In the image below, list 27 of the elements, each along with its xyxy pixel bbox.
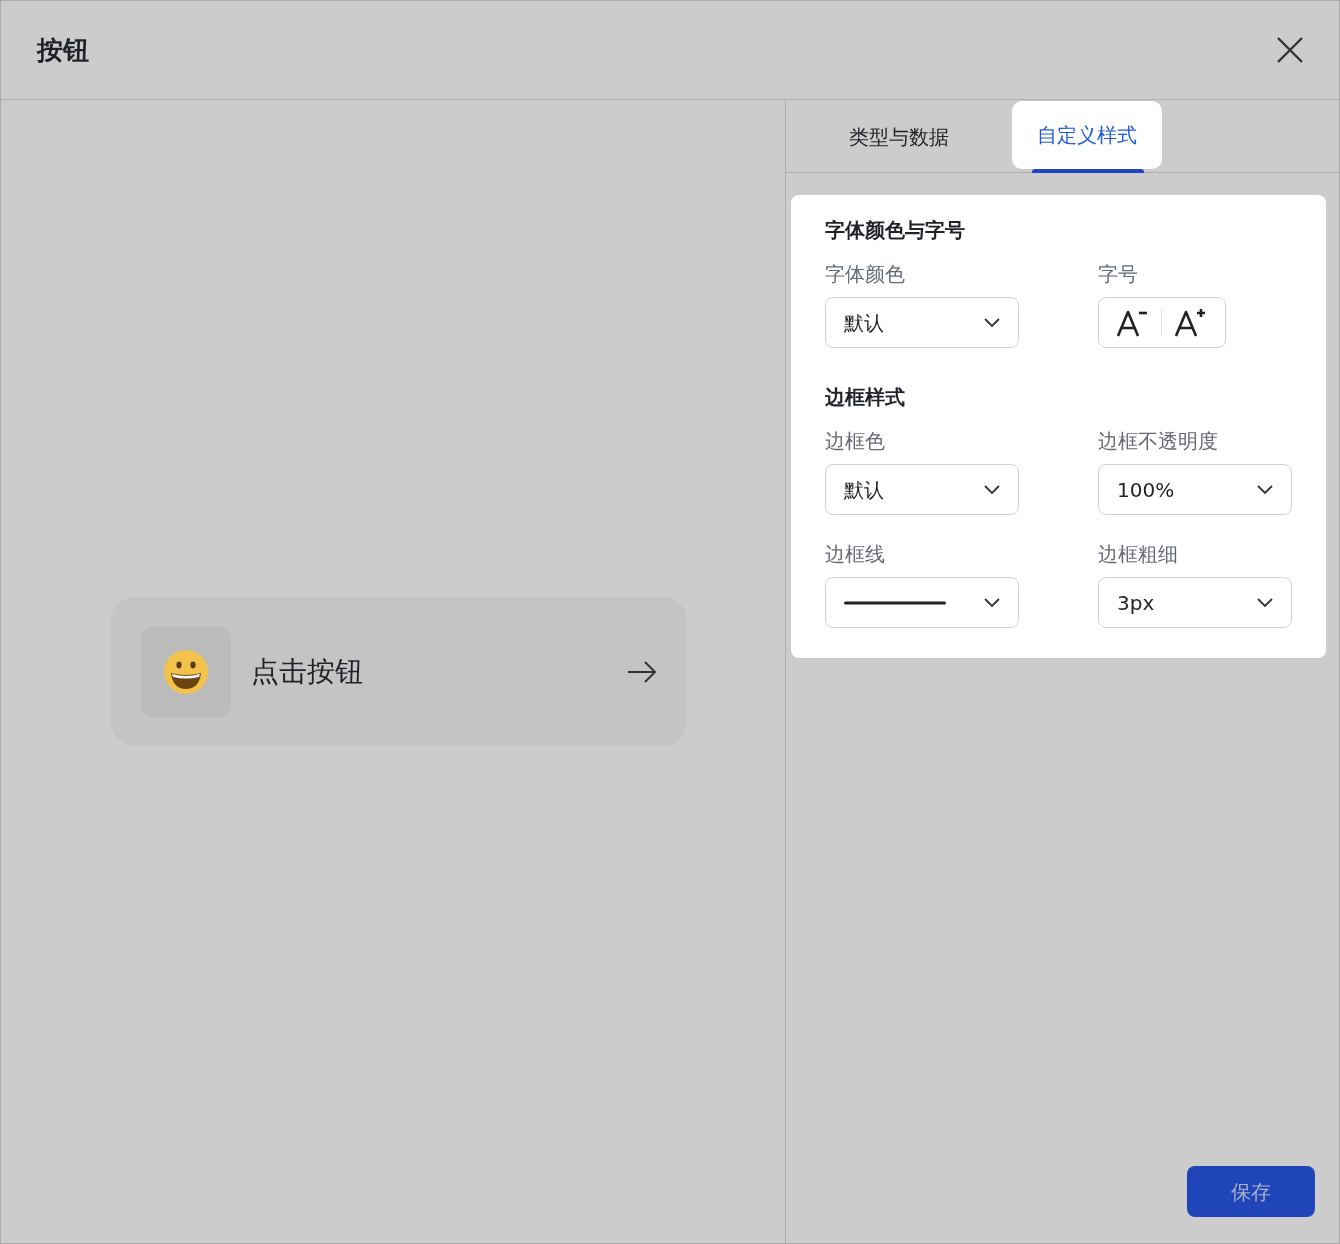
close-icon[interactable]	[1277, 37, 1303, 63]
field-label: 边框不透明度	[1098, 428, 1219, 455]
solid-line-icon	[844, 600, 946, 605]
chevron-down-icon	[984, 317, 1000, 328]
smiley-icon	[163, 648, 209, 695]
select-field[interactable]: 默认	[825, 464, 1019, 515]
section-title: 字体颜色与字号	[825, 217, 966, 244]
select-field[interactable]: 3px	[1098, 577, 1292, 628]
select-field[interactable]: 默认	[825, 297, 1019, 348]
field-label: 边框色	[825, 428, 886, 455]
chevron-down-icon	[984, 484, 1000, 495]
save-button[interactable]: 保存	[1187, 1166, 1315, 1217]
chevron-down-icon	[1257, 484, 1273, 495]
chevron-down-icon	[1257, 597, 1273, 608]
field-label: 字体颜色	[825, 261, 906, 288]
dialog-title: 按钮	[37, 33, 89, 67]
field-label: 字号	[1098, 261, 1139, 288]
arrow-right-icon	[627, 659, 657, 684]
section-title: 边框样式	[825, 384, 906, 411]
preview-button[interactable]: 点击按钮	[111, 597, 687, 746]
field-label: 边框线	[825, 541, 886, 568]
button-label: 点击按钮	[251, 653, 364, 690]
chevron-down-icon	[984, 597, 1000, 608]
tab[interactable]: 类型与数据	[824, 102, 974, 172]
field-label: 边框粗细	[1098, 541, 1179, 568]
select-field[interactable]: 100%	[1098, 464, 1292, 515]
line-style-select[interactable]	[825, 577, 1019, 628]
